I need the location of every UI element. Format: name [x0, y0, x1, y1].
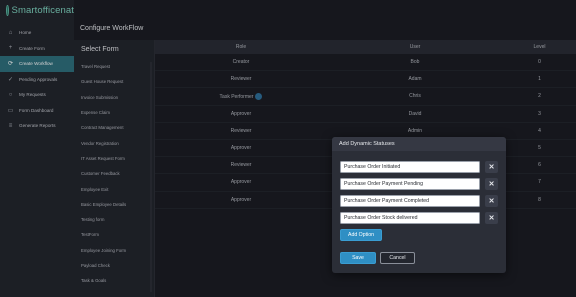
save-button[interactable]: Save	[340, 252, 376, 264]
status-input[interactable]	[340, 195, 480, 207]
remove-status-button[interactable]: ✕	[485, 178, 498, 190]
status-row: ✕	[340, 178, 500, 190]
add-option-button[interactable]: Add Option	[340, 229, 382, 241]
status-row: ✕	[340, 195, 500, 207]
close-icon: ✕	[488, 215, 495, 222]
status-input[interactable]	[340, 212, 480, 224]
remove-status-button[interactable]: ✕	[485, 161, 498, 173]
cancel-button[interactable]: Cancel	[380, 252, 415, 264]
status-row: ✕	[340, 161, 500, 173]
close-icon: ✕	[488, 164, 495, 171]
add-dynamic-statuses-dialog: Add Dynamic Statuses ✕ ✕ ✕ ✕ Add Option …	[332, 137, 506, 273]
close-icon: ✕	[488, 181, 495, 188]
remove-status-button[interactable]: ✕	[485, 195, 498, 207]
app-root: Smartofficenat ⌂ Home + Create Form ⟳ Cr…	[0, 0, 576, 297]
status-input[interactable]	[340, 161, 480, 173]
status-input[interactable]	[340, 178, 480, 190]
remove-status-button[interactable]: ✕	[485, 212, 498, 224]
dialog-title: Add Dynamic Statuses	[332, 137, 506, 151]
close-icon: ✕	[488, 198, 495, 205]
status-row: ✕	[340, 212, 500, 224]
